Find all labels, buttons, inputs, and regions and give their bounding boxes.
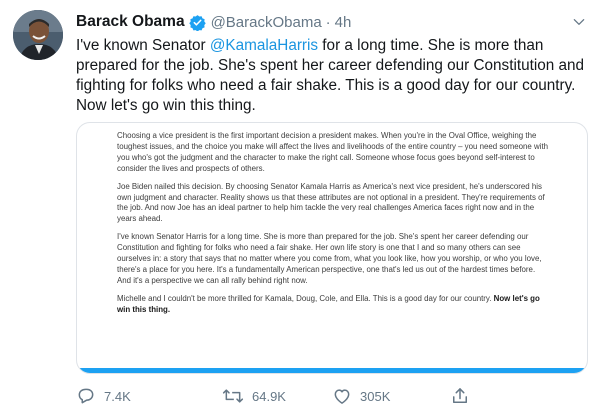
statement-paragraph: Joe Biden nailed this decision. By choos… (117, 181, 545, 224)
statement-paragraph: I've known Senator Harris for a long tim… (117, 232, 542, 285)
separator-dot: · (325, 13, 331, 31)
author-name[interactable]: Barack Obama (76, 13, 185, 31)
statement-text: Choosing a vice president is the first i… (117, 131, 549, 323)
reply-count: 7.4K (104, 388, 131, 404)
like-button[interactable]: 305K (332, 385, 390, 407)
statement-closing: Michelle and I couldn't be more thrilled… (117, 294, 549, 316)
tweet-timestamp[interactable]: 4h (335, 14, 352, 31)
author-handle[interactable]: @BarackObama (211, 14, 322, 31)
reply-button[interactable]: 7.4K (76, 385, 131, 407)
verified-badge-icon (188, 14, 206, 31)
share-button[interactable] (450, 385, 470, 407)
like-count: 305K (360, 388, 391, 404)
tweet-text: I've known Senator @KamalaHarris for a l… (76, 36, 588, 116)
retweet-count: 64.9K (252, 388, 286, 404)
tweet[interactable]: Barack Obama @BarackObama · 4h I've know… (0, 0, 603, 418)
tweet-header: Barack Obama @BarackObama · 4h (76, 12, 351, 32)
statement-closing-text: Michelle and I couldn't be more thrilled… (117, 293, 494, 303)
mention-link[interactable]: @KamalaHarris (210, 37, 318, 54)
reply-icon (76, 386, 96, 406)
chevron-down-icon[interactable] (569, 12, 589, 32)
tweet-actions: 7.4K 64.9K 305K (76, 385, 588, 407)
tweet-text-start: I've known Senator (76, 37, 210, 54)
statement-image-card[interactable]: Choosing a vice president is the first i… (76, 122, 588, 374)
retweet-button[interactable]: 64.9K (222, 385, 286, 407)
card-accent-strip (77, 368, 587, 373)
retweet-icon (222, 386, 244, 406)
share-icon (450, 386, 470, 406)
heart-icon (332, 386, 352, 406)
statement-paragraph: Choosing a vice president is the first i… (117, 131, 549, 173)
avatar[interactable] (13, 10, 63, 60)
